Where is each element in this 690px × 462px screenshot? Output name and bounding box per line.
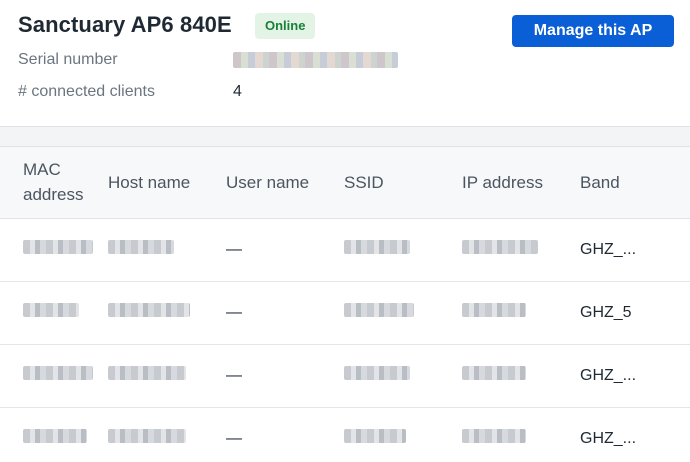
column-header-mac[interactable]: MAC address [0, 147, 108, 219]
column-header-ip[interactable]: IP address [462, 147, 580, 219]
band-cell: GHZ_... [580, 366, 637, 384]
table-row[interactable]: — GHZ_... [0, 218, 690, 281]
user-name-cell: — [226, 429, 242, 447]
manage-ap-button[interactable]: Manage this AP [512, 15, 674, 47]
band-cell: GHZ_... [580, 429, 637, 447]
user-name-cell: — [226, 303, 242, 321]
serial-number-label: Serial number [18, 51, 118, 68]
ssid-redacted [344, 240, 410, 254]
table-row[interactable]: — GHZ_... [0, 407, 690, 462]
mac-address-redacted [23, 303, 79, 317]
column-header-ssid[interactable]: SSID [344, 147, 462, 219]
status-badge: Online [255, 13, 316, 39]
serial-number-value-redacted [233, 52, 398, 68]
mac-address-redacted [23, 366, 93, 380]
section-divider [0, 126, 690, 147]
host-name-redacted [108, 366, 186, 380]
clients-table: MAC address Host name User name SSID IP … [0, 147, 690, 462]
host-name-redacted [108, 303, 190, 317]
table-row[interactable]: — GHZ_5 [0, 281, 690, 344]
ip-address-redacted [462, 366, 526, 380]
ssid-redacted [344, 429, 406, 443]
band-cell: GHZ_... [580, 240, 637, 258]
page-title: Sanctuary AP6 840E [18, 12, 232, 37]
mac-address-redacted [23, 240, 93, 254]
ip-address-redacted [462, 303, 526, 317]
ip-address-redacted [462, 429, 526, 443]
user-name-cell: — [226, 240, 242, 258]
ap-header: Sanctuary AP6 840E Online Manage this AP… [0, 0, 690, 126]
host-name-redacted [108, 429, 186, 443]
user-name-cell: — [226, 366, 242, 384]
ssid-redacted [344, 366, 410, 380]
ip-address-redacted [462, 240, 538, 254]
connected-clients-value: 4 [233, 83, 242, 100]
band-cell: GHZ_5 [580, 303, 632, 321]
column-header-user[interactable]: User name [226, 147, 344, 219]
column-header-host[interactable]: Host name [108, 147, 226, 219]
ssid-redacted [344, 303, 414, 317]
table-row[interactable]: — GHZ_... [0, 344, 690, 407]
mac-address-redacted [23, 429, 87, 443]
host-name-redacted [108, 240, 174, 254]
column-header-band[interactable]: Band [580, 147, 690, 219]
table-header-row: MAC address Host name User name SSID IP … [0, 147, 690, 219]
connected-clients-label: # connected clients [18, 83, 155, 100]
